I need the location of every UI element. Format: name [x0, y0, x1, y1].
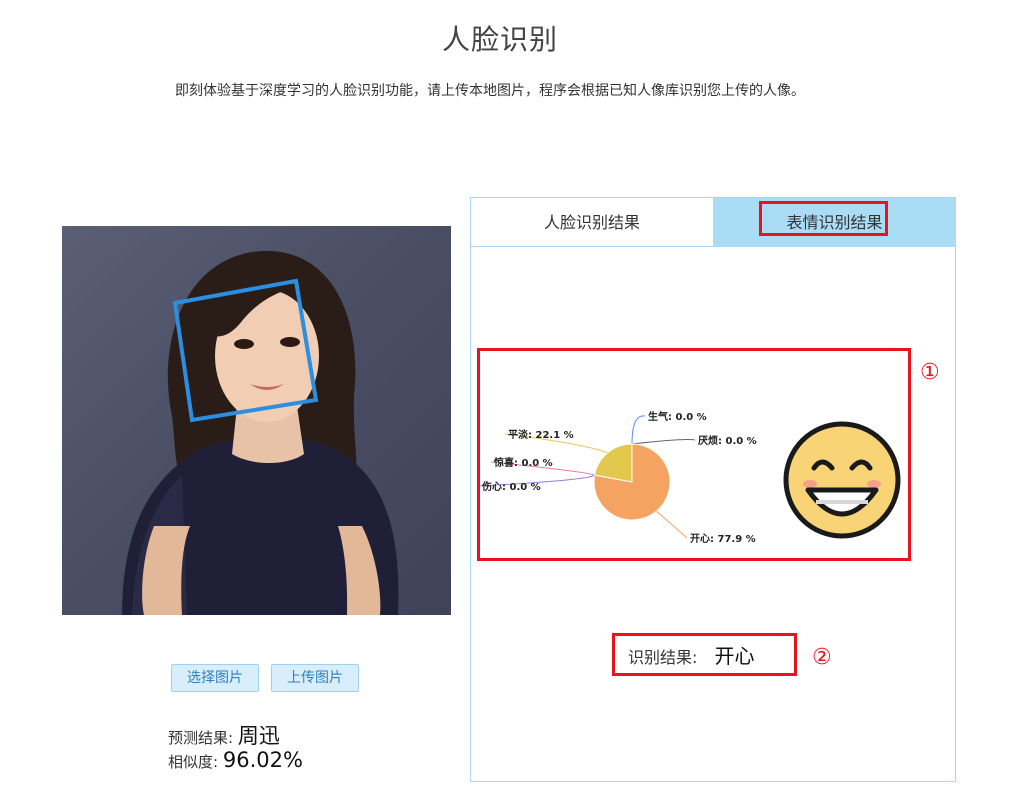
similarity-label: 相似度: [168, 753, 219, 771]
tab-face-recognition-result[interactable]: 人脸识别结果 [471, 198, 713, 247]
page-title: 人脸识别 [441, 23, 558, 56]
expression-result-label: 识别结果: [628, 648, 698, 667]
prediction-value: 周迅 [237, 724, 280, 748]
expression-result: 识别结果: 开心 [628, 640, 755, 669]
similarity-value: 96.02% [222, 748, 303, 772]
expression-result-value: 开心 [714, 644, 755, 668]
prediction-label: 预测结果: [168, 729, 234, 747]
marker-1: ① [920, 360, 940, 385]
highlight-expression-tab [759, 201, 888, 236]
upload-image-button[interactable]: 上传图片 [271, 664, 359, 692]
select-image-button[interactable]: 选择图片 [171, 664, 259, 692]
similarity-result: 相似度: 96.02% [168, 748, 303, 772]
prediction-result: 预测结果: 周迅 [168, 720, 280, 750]
marker-2: ② [812, 645, 832, 670]
highlight-chart-area [477, 348, 911, 561]
uploaded-photo [62, 226, 451, 615]
page-description: 即刻体验基于深度学习的人脸识别功能，请上传本地图片，程序会根据已知人像库识别您上… [175, 83, 805, 99]
